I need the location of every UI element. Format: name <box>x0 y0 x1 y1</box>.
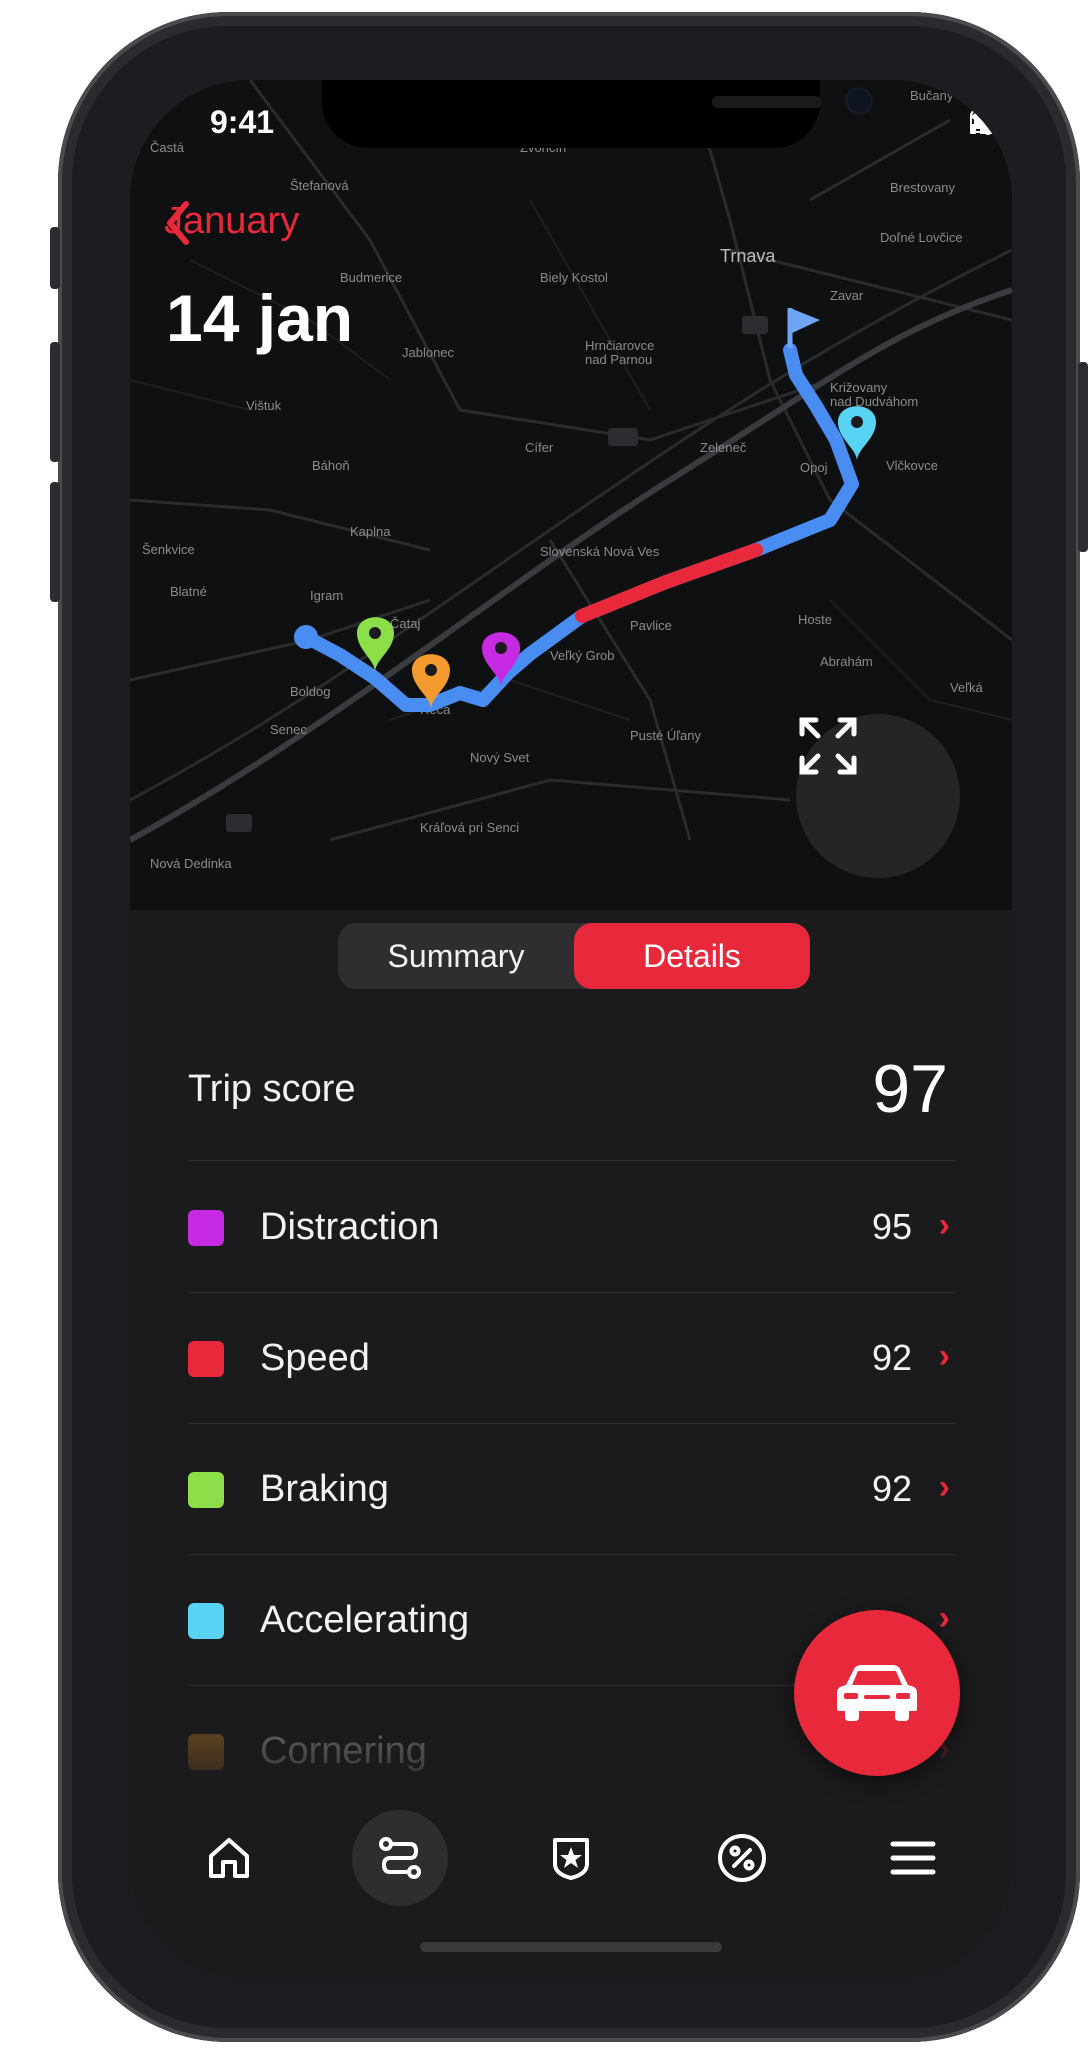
map-label: Kráľová pri Senci <box>420 820 519 835</box>
tab-discounts[interactable] <box>694 1810 790 1906</box>
tab-summary[interactable]: Summary <box>338 923 574 989</box>
distraction-pin <box>482 632 520 687</box>
map-label: Doľné Lovčice <box>880 230 963 245</box>
color-swatch <box>188 1734 224 1770</box>
map-label: Senec <box>270 722 307 737</box>
metric-row-braking[interactable]: Braking 92 › <box>188 1424 956 1555</box>
map-label: Jablonec <box>402 345 455 360</box>
map-label: Hrnčiarovce <box>585 338 654 353</box>
road-shield <box>608 428 638 446</box>
tab-menu[interactable] <box>865 1810 961 1906</box>
metric-label: Braking <box>260 1468 389 1510</box>
map-label: Bučany <box>910 88 954 103</box>
map-label: Cífer <box>525 440 554 455</box>
app-screen: Častá Štefanová Zvončín Bučany Brestovan… <box>130 80 1012 1980</box>
map-label: Vlčkovce <box>886 458 938 473</box>
map-label: Báhoň <box>312 458 350 473</box>
map-label: Pusté Úľany <box>630 728 701 743</box>
map-label: Zavar <box>830 288 864 303</box>
trip-score-row: Trip score 97 <box>188 1040 956 1161</box>
expand-icon <box>799 717 857 775</box>
map-label: Igram <box>310 588 343 603</box>
map-label: Štefanová <box>290 178 349 193</box>
power-button <box>1078 362 1088 552</box>
map-label: Šenkvice <box>142 542 195 557</box>
metric-label: Cornering <box>260 1730 427 1772</box>
home-icon <box>209 1838 249 1878</box>
color-swatch <box>188 1603 224 1639</box>
chevron-right-icon: › <box>938 1599 950 1637</box>
speaker <box>712 96 822 108</box>
map-label: Vištuk <box>246 398 282 413</box>
map-label: Trnava <box>720 246 776 266</box>
map-label: Slovenská Nová Ves <box>540 544 660 559</box>
route-icon <box>379 1837 421 1879</box>
metric-value: 92 <box>871 1337 912 1378</box>
chevron-left-icon <box>167 201 189 245</box>
notch <box>322 80 870 148</box>
metric-row-distraction[interactable]: Distraction 95 › <box>188 1162 956 1293</box>
car-icon <box>837 1665 917 1721</box>
metric-label: Accelerating <box>260 1599 470 1641</box>
percent-icon <box>718 1834 766 1882</box>
chevron-right-icon: › <box>938 1468 950 1506</box>
map-label: Zeleneč <box>700 440 747 455</box>
road-shield <box>226 814 252 832</box>
shield-star-icon <box>553 1838 589 1880</box>
map-label: Boldog <box>290 684 330 699</box>
trip-map[interactable]: Častá Štefanová Zvončín Bučany Brestovan… <box>130 80 1012 910</box>
expand-map-button[interactable] <box>796 714 960 878</box>
metric-label: Speed <box>260 1337 370 1379</box>
map-label: Abrahám <box>820 654 873 669</box>
view-switcher: Summary Details <box>338 923 810 989</box>
map-label: Križovany <box>830 380 888 395</box>
map-label: nad Dudváhom <box>830 394 918 409</box>
route-speed-segment <box>575 543 763 623</box>
tab-bar <box>130 1800 1012 1910</box>
metric-label: Distraction <box>260 1206 440 1248</box>
map-label: Kaplna <box>350 524 391 539</box>
volume-up-button <box>50 342 60 462</box>
map-label: Veľká <box>950 680 983 695</box>
map-label: Pavlice <box>630 618 672 633</box>
tab-trips[interactable] <box>352 1810 448 1906</box>
map-label: Nová Dedinka <box>150 856 232 871</box>
page-title: 14 jan <box>166 281 354 355</box>
color-swatch <box>188 1341 224 1377</box>
route-start-dot <box>294 625 318 649</box>
home-indicator <box>420 1942 722 1952</box>
map-label: nad Parnou <box>585 352 652 367</box>
metric-value: 95 <box>871 1206 912 1247</box>
map-label: Častá <box>150 140 185 155</box>
color-swatch <box>188 1210 224 1246</box>
map-label: Blatné <box>170 584 207 599</box>
map-label: Hoste <box>798 612 832 627</box>
trip-score-label: Trip score <box>188 1068 356 1110</box>
back-button[interactable]: January <box>164 200 299 245</box>
road-shield <box>742 316 768 334</box>
map-label: Biely Kostol <box>540 270 608 285</box>
menu-icon <box>890 1841 936 1875</box>
volume-down-button <box>50 482 60 602</box>
destination-flag-icon <box>787 308 820 348</box>
metric-row-speed[interactable]: Speed 92 › <box>188 1293 956 1424</box>
mute-switch <box>50 227 60 289</box>
map-label: Opoj <box>800 460 828 475</box>
car-button[interactable] <box>794 1610 960 1776</box>
tab-details[interactable]: Details <box>574 923 810 989</box>
tab-rewards[interactable] <box>523 1810 619 1906</box>
metric-value: 92 <box>871 1468 912 1509</box>
map-label: Nový Svet <box>470 750 530 765</box>
chevron-right-icon: › <box>938 1206 950 1244</box>
front-camera <box>848 90 870 112</box>
map-label: Veľký Grob <box>550 648 615 663</box>
tab-home[interactable] <box>181 1810 277 1906</box>
chevron-right-icon: › <box>938 1337 950 1375</box>
status-time: 9:41 <box>210 104 275 140</box>
trip-score-value: 97 <box>872 1051 948 1127</box>
map-label: Čataj <box>390 616 420 631</box>
map-label: Brestovany <box>890 180 956 195</box>
battery-icon <box>970 109 1012 133</box>
color-swatch <box>188 1472 224 1508</box>
